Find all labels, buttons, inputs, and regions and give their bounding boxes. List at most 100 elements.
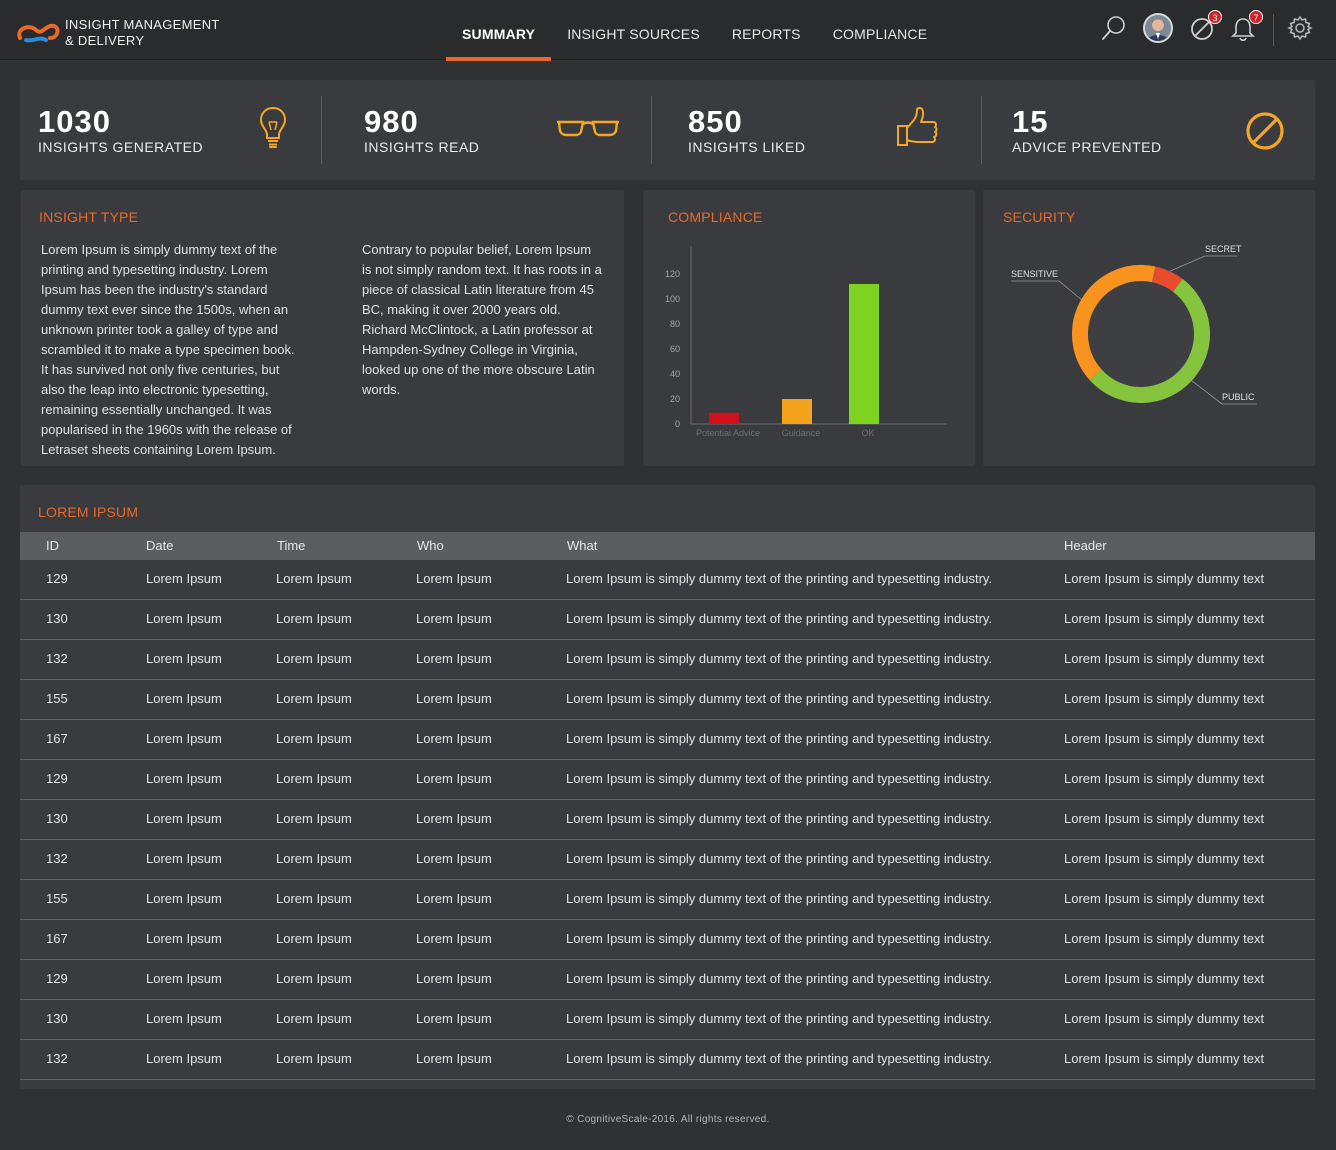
compliance-bar-chart: 0 20 40 60 80 100 120 Potential Advice Guidance O… [665, 246, 947, 438]
stat-insights-generated: 1030 INSIGHTS GENERATED [38, 80, 328, 180]
y-tick-label: 100 [665, 294, 680, 304]
column-header-date[interactable]: Date [146, 532, 173, 560]
cell-id: 130 [46, 611, 68, 626]
table-row[interactable]: 129 Lorem Ipsum Lorem Ipsum Lorem Ipsum Lore… [20, 960, 1315, 1000]
table-row[interactable]: 130 Lorem Ipsum Lorem Ipsum Lorem Ipsum Lore… [20, 600, 1315, 640]
y-tick-label: 20 [670, 394, 680, 404]
cell-who: Lorem Ipsum [416, 731, 492, 746]
cell-time: Lorem Ipsum [276, 1011, 352, 1026]
cell-header: Lorem Ipsum is simply dummy text [1064, 651, 1265, 666]
stat-divider [321, 96, 322, 164]
cell-who: Lorem Ipsum [416, 771, 492, 786]
cell-who: Lorem Ipsum [416, 851, 492, 866]
cell-what: Lorem Ipsum is simply dummy text of the … [566, 971, 993, 986]
stat-value: 15 [1012, 104, 1049, 139]
stat-label: ADVICE PREVENTED [1012, 139, 1162, 155]
cell-what: Lorem Ipsum is simply dummy text of the … [566, 1011, 993, 1026]
cell-time: Lorem Ipsum [276, 971, 352, 986]
cell-date: Lorem Ipsum [146, 1011, 222, 1026]
x-tick-label: Guidance [782, 428, 821, 438]
cell-time: Lorem Ipsum [276, 931, 352, 946]
cell-what: Lorem Ipsum is simply dummy text of the … [566, 1051, 993, 1066]
column-header-id[interactable]: ID [46, 532, 59, 560]
cell-id: 130 [46, 811, 68, 826]
cell-header: Lorem Ipsum is simply dummy text [1064, 1051, 1265, 1066]
lorem-table-panel: LOREM IPSUM ID Date Time Who What Header… [20, 485, 1315, 1089]
insight-text-column-1: Lorem Ipsum is simply dummy text of the … [41, 242, 295, 457]
logo-icon[interactable] [16, 16, 60, 46]
y-tick-label: 60 [670, 344, 680, 354]
cell-time: Lorem Ipsum [276, 891, 352, 906]
table-row[interactable]: 155 Lorem Ipsum Lorem Ipsum Lorem Ipsum Lore… [20, 880, 1315, 920]
cell-who: Lorem Ipsum [416, 1011, 492, 1026]
table-row[interactable]: 167 Lorem Ipsum Lorem Ipsum Lorem Ipsum Lore… [20, 720, 1315, 760]
table-row[interactable]: 129 Lorem Ipsum Lorem Ipsum Lorem Ipsum Lore… [20, 560, 1315, 600]
table-row[interactable]: 155 Lorem Ipsum Lorem Ipsum Lorem Ipsum Lore… [20, 680, 1315, 720]
cell-time: Lorem Ipsum [276, 651, 352, 666]
cell-who: Lorem Ipsum [416, 971, 492, 986]
nav-compliance[interactable]: COMPLIANCE [817, 0, 944, 60]
table-row[interactable]: 130 Lorem Ipsum Lorem Ipsum Lorem Ipsum Lore… [20, 1000, 1315, 1040]
slice-label: SECRET [1205, 244, 1242, 254]
cell-header: Lorem Ipsum is simply dummy text [1064, 851, 1265, 866]
cell-id: 132 [46, 851, 68, 866]
cell-header: Lorem Ipsum is simply dummy text [1064, 771, 1265, 786]
cell-what: Lorem Ipsum is simply dummy text of the … [566, 731, 993, 746]
nav-summary[interactable]: SUMMARY [446, 0, 552, 61]
cell-id: 167 [46, 731, 68, 746]
header-divider [1273, 14, 1274, 46]
table-row[interactable]: 132 Lorem Ipsum Lorem Ipsum Lorem Ipsum Lore… [20, 1040, 1315, 1080]
cell-date: Lorem Ipsum [146, 931, 222, 946]
column-header-header[interactable]: Header [1064, 532, 1107, 560]
cell-what: Lorem Ipsum is simply dummy text of the … [566, 851, 993, 866]
cell-date: Lorem Ipsum [146, 891, 222, 906]
table-row[interactable]: 129 Lorem Ipsum Lorem Ipsum Lorem Ipsum Lore… [20, 760, 1315, 800]
column-header-who[interactable]: Who [417, 532, 444, 560]
notifications-button[interactable]: 7 [1229, 10, 1263, 42]
cell-who: Lorem Ipsum [416, 891, 492, 906]
cell-date: Lorem Ipsum [146, 811, 222, 826]
column-header-time[interactable]: Time [277, 532, 305, 560]
cell-header: Lorem Ipsum is simply dummy text [1064, 971, 1265, 986]
top-bar: INSIGHT MANAGEMENT & DELIVERY SUMMARY IN… [0, 0, 1336, 61]
nav-insight-sources[interactable]: INSIGHT SOURCES [551, 0, 716, 60]
thumbs-up-icon [897, 106, 938, 146]
glasses-icon [557, 120, 619, 137]
cell-id: 167 [46, 931, 68, 946]
stat-label: INSIGHTS READ [364, 139, 480, 155]
search-icon[interactable] [1100, 14, 1128, 42]
table-row[interactable]: 167 Lorem Ipsum Lorem Ipsum Lorem Ipsum Lore… [20, 920, 1315, 960]
cell-time: Lorem Ipsum [276, 731, 352, 746]
avatar-image [1145, 15, 1171, 41]
panel-title: LOREM IPSUM [38, 504, 139, 520]
y-tick-label: 80 [670, 319, 680, 329]
cell-what: Lorem Ipsum is simply dummy text of the … [566, 811, 993, 826]
compliance-panel: COMPLIANCE 0 20 40 60 80 100 120 Potential Advi… [643, 190, 975, 466]
cell-id: 130 [46, 1011, 68, 1026]
cell-header: Lorem Ipsum is simply dummy text [1064, 691, 1265, 706]
cell-what: Lorem Ipsum is simply dummy text of the … [566, 771, 993, 786]
user-avatar[interactable] [1143, 13, 1173, 43]
cell-time: Lorem Ipsum [276, 811, 352, 826]
column-header-what[interactable]: What [567, 532, 597, 560]
security-donut-chart: SECRET PUBLIC SENSITIVE [1011, 244, 1257, 405]
cell-date: Lorem Ipsum [146, 571, 222, 586]
main-nav: SUMMARY INSIGHT SOURCES REPORTS COMPLIAN… [446, 0, 944, 61]
table-row[interactable]: 132 Lorem Ipsum Lorem Ipsum Lorem Ipsum Lore… [20, 840, 1315, 880]
cell-date: Lorem Ipsum [146, 611, 222, 626]
nav-reports[interactable]: REPORTS [716, 0, 817, 60]
cell-who: Lorem Ipsum [416, 811, 492, 826]
cell-date: Lorem Ipsum [146, 771, 222, 786]
table-row[interactable]: 130 Lorem Ipsum Lorem Ipsum Lorem Ipsum Lore… [20, 800, 1315, 840]
gear-icon[interactable] [1286, 14, 1314, 42]
stat-label: INSIGHTS GENERATED [38, 139, 204, 155]
cell-time: Lorem Ipsum [276, 851, 352, 866]
cell-what: Lorem Ipsum is simply dummy text of the … [566, 931, 993, 946]
cell-header: Lorem Ipsum is simply dummy text [1064, 571, 1265, 586]
cell-date: Lorem Ipsum [146, 651, 222, 666]
cell-what: Lorem Ipsum is simply dummy text of the … [566, 571, 993, 586]
cell-who: Lorem Ipsum [416, 611, 492, 626]
blocked-notifications-button[interactable]: 3 [1188, 10, 1222, 42]
table-row[interactable]: 132 Lorem Ipsum Lorem Ipsum Lorem Ipsum Lore… [20, 640, 1315, 680]
cell-date: Lorem Ipsum [146, 851, 222, 866]
